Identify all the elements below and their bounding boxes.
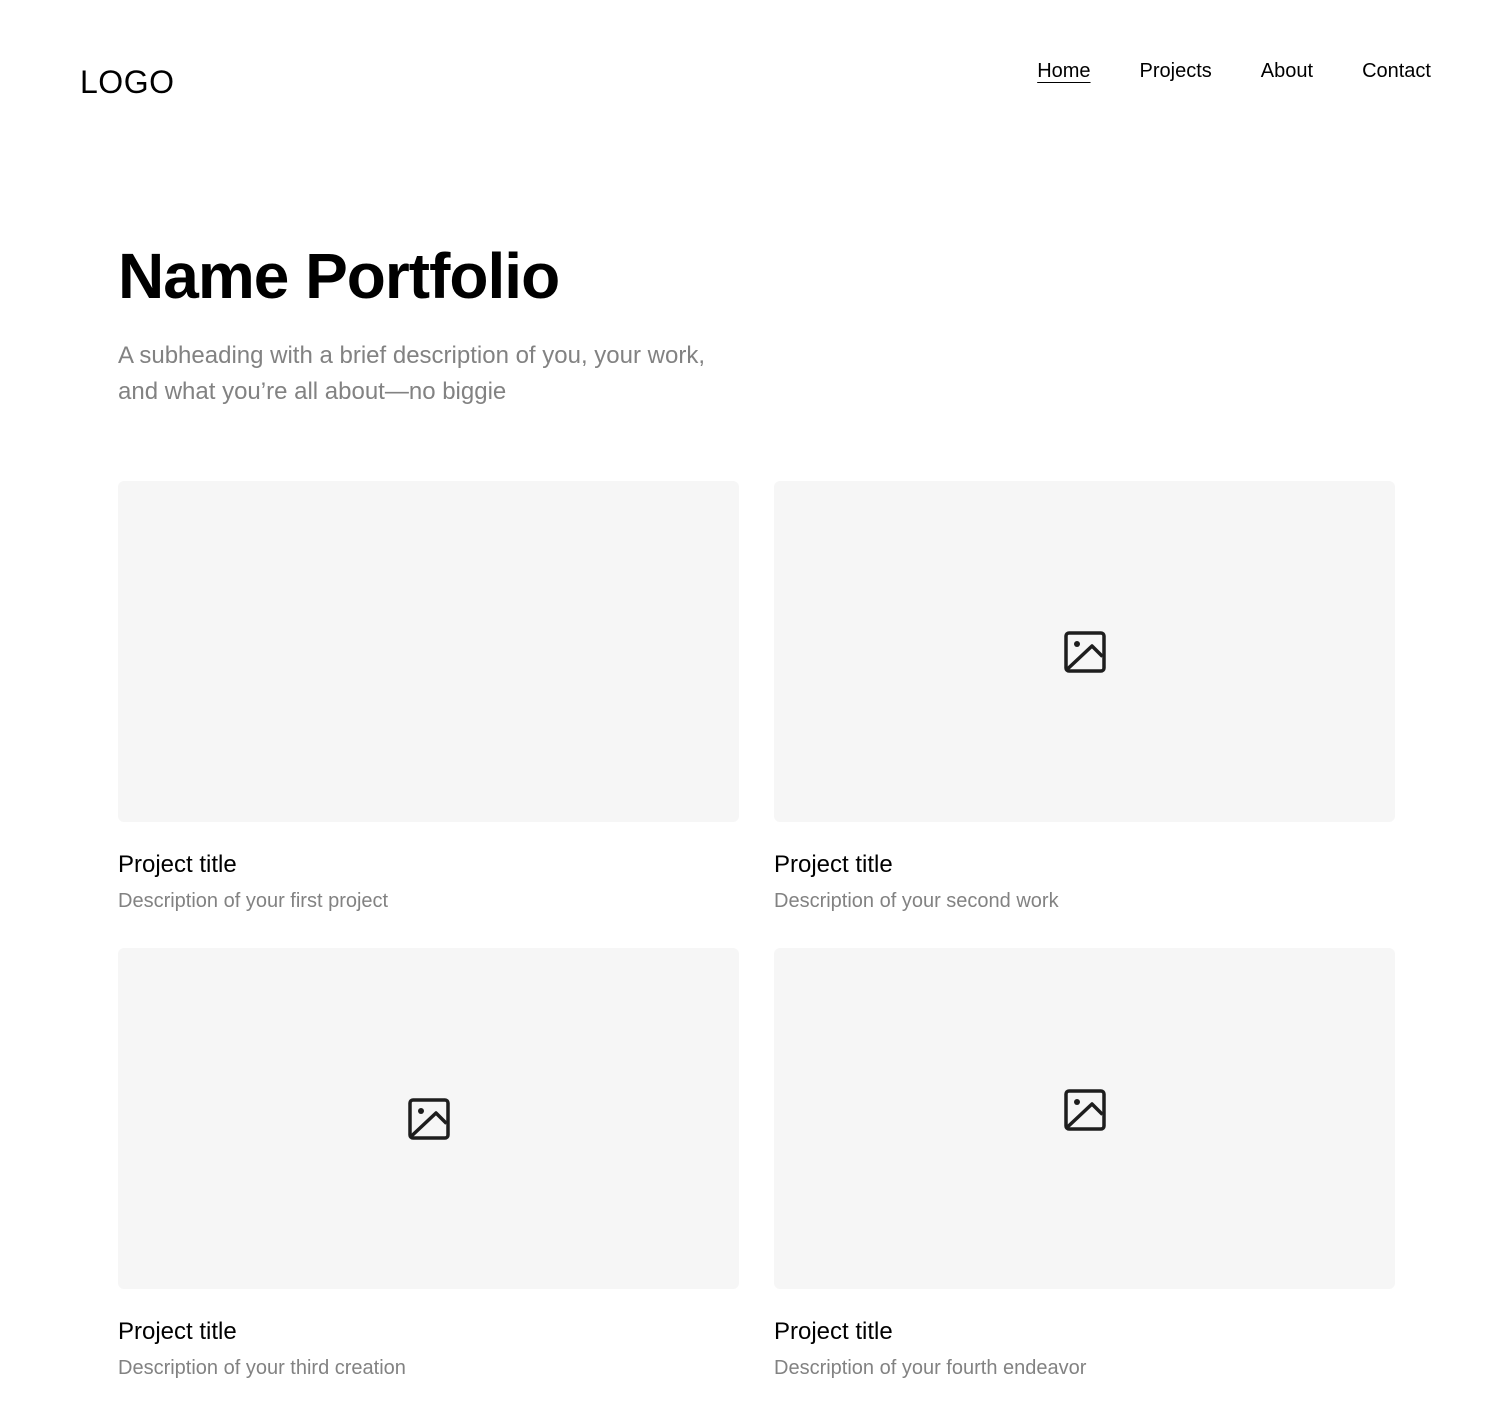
page-subtitle: A subheading with a brief description of…	[118, 342, 705, 405]
project-image-placeholder[interactable]	[118, 481, 739, 822]
project-card[interactable]: Project title Description of your first …	[118, 481, 739, 914]
nav-link-projects[interactable]: Projects	[1140, 58, 1212, 84]
nav-link-about[interactable]: About	[1261, 58, 1313, 84]
logo[interactable]: LOGO	[80, 62, 174, 102]
project-title[interactable]: Project title	[774, 1317, 1395, 1347]
image-icon	[1063, 1089, 1106, 1131]
page-title: Name Portfolio	[118, 240, 560, 312]
image-icon	[407, 1097, 450, 1140]
project-description: Description of your third creation	[118, 1357, 406, 1379]
portfolio-page: LOGO Home Projects About Contact Name Po…	[0, 0, 1512, 1420]
project-title[interactable]: Project title	[774, 850, 1395, 880]
project-card[interactable]: Project title Description of your second…	[774, 481, 1395, 914]
nav-link-contact[interactable]: Contact	[1362, 58, 1431, 84]
hero-section: Name Portfolio A subheading with a brief…	[118, 236, 758, 410]
project-description: Description of your first project	[118, 890, 389, 912]
project-image-placeholder[interactable]	[118, 948, 739, 1289]
nav-link-home[interactable]: Home	[1037, 58, 1090, 84]
project-title[interactable]: Project title	[118, 850, 739, 880]
project-image-placeholder[interactable]	[774, 481, 1395, 822]
project-grid: Project title Description of your first …	[118, 481, 1395, 1381]
project-title[interactable]: Project title	[118, 1317, 739, 1347]
project-card[interactable]: Project title Description of your fourth…	[774, 948, 1395, 1381]
project-card[interactable]: Project title Description of your third …	[118, 948, 739, 1381]
project-description: Description of your fourth endeavor	[774, 1357, 1087, 1379]
image-icon	[1063, 630, 1106, 673]
project-description: Description of your second work	[774, 890, 1059, 912]
project-image-placeholder[interactable]	[774, 948, 1395, 1289]
site-header: LOGO Home Projects About Contact	[0, 0, 1512, 140]
main-nav: Home Projects About Contact	[1037, 58, 1431, 84]
